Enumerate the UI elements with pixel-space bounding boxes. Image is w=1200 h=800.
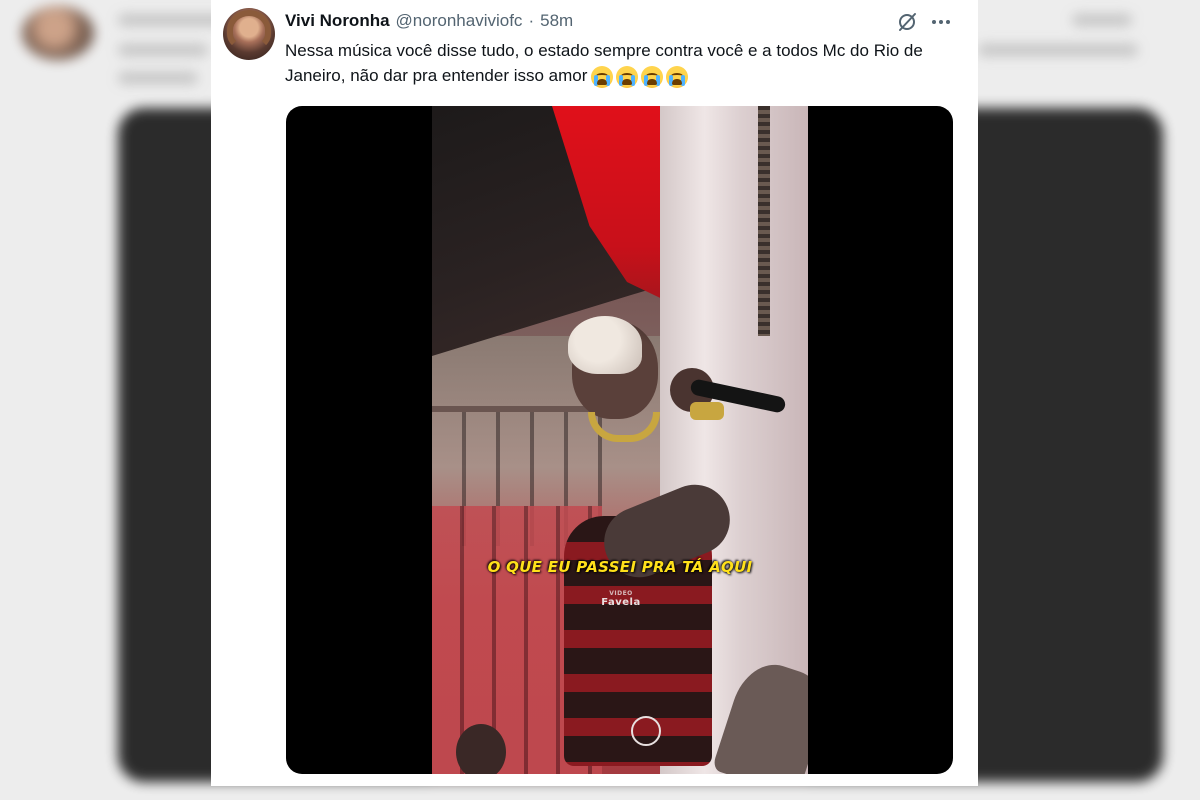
blurred-line	[1072, 14, 1132, 26]
blurred-avatar	[22, 6, 94, 60]
loudly-crying-face-icon	[616, 65, 639, 88]
gold-watch	[690, 402, 724, 420]
loudly-crying-face-icon	[641, 65, 664, 88]
author-handle[interactable]: @noronhaviviofc	[396, 11, 523, 31]
grok-icon[interactable]	[896, 11, 918, 33]
blurred-line	[118, 72, 198, 84]
emoji-group	[591, 65, 689, 88]
video-watermark: VIDEO Favela	[592, 590, 650, 608]
video-caption: O QUE EU PASSEI PRA TÁ AQUI	[487, 558, 753, 576]
loudly-crying-face-icon	[591, 65, 614, 88]
performer-hair	[568, 316, 642, 374]
watermark-text: Favela	[601, 597, 641, 608]
more-options-icon[interactable]	[929, 10, 953, 34]
tweet-text-block: Nessa música você disse tudo, o estado s…	[285, 38, 965, 88]
club-crest	[631, 716, 661, 746]
author-name[interactable]: Vivi Noronha	[285, 11, 390, 31]
blurred-line	[118, 44, 208, 56]
loudly-crying-face-icon	[666, 65, 689, 88]
tweet-time[interactable]: 58m	[540, 11, 573, 31]
watermark-small: VIDEO	[609, 590, 633, 597]
video-frame: O QUE EU PASSEI PRA TÁ AQUI VIDEO Favela	[432, 106, 808, 774]
avatar[interactable]	[223, 8, 275, 60]
header-separator: ·	[528, 11, 535, 30]
tweet-header: Vivi Noronha @noronhaviviofc · 58m	[285, 11, 573, 33]
tweet-card[interactable]: Vivi Noronha @noronhaviviofc · 58m Nessa…	[211, 0, 978, 786]
hanging-chain	[758, 106, 770, 336]
crowd-head	[456, 724, 506, 774]
blurred-line	[978, 44, 1138, 56]
video-player[interactable]: O QUE EU PASSEI PRA TÁ AQUI VIDEO Favela	[286, 106, 953, 774]
avatar-hair	[227, 10, 271, 50]
